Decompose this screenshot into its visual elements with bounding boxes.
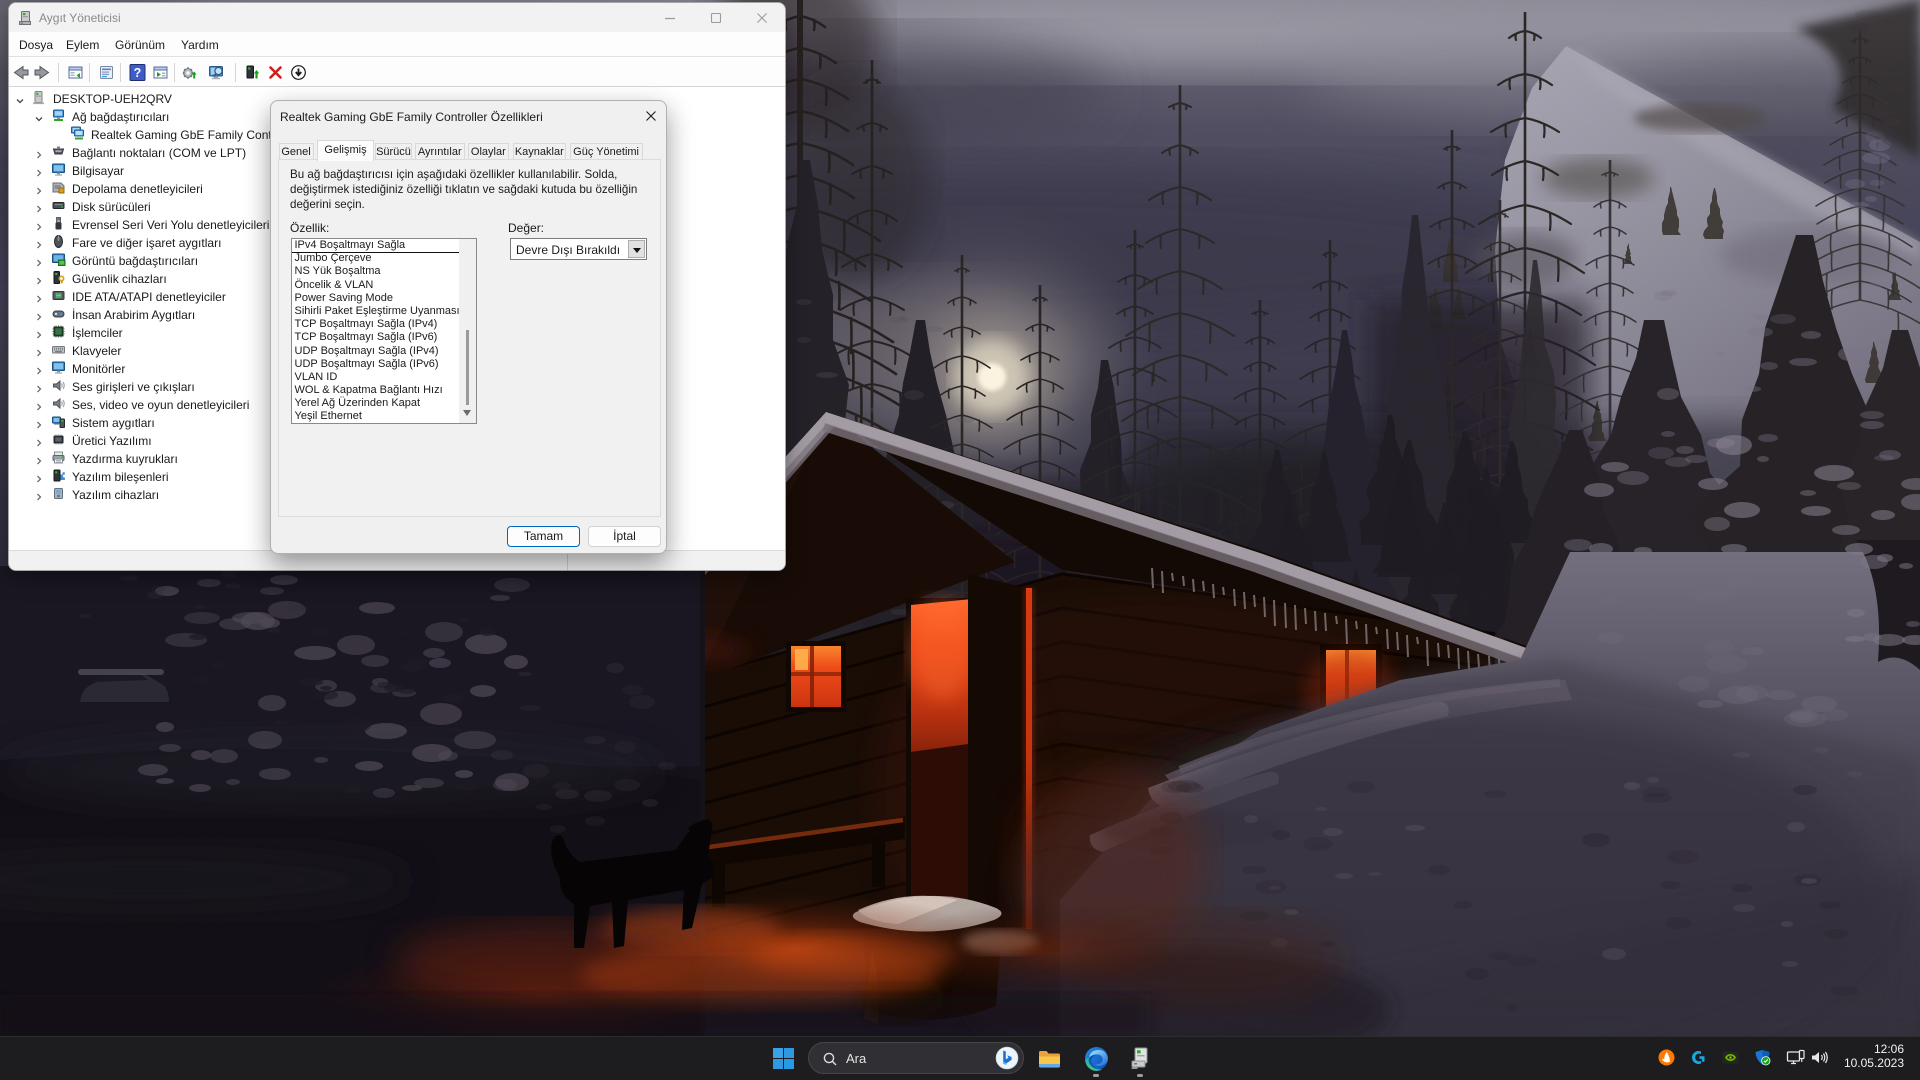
svg-text:?: ? <box>134 66 142 80</box>
